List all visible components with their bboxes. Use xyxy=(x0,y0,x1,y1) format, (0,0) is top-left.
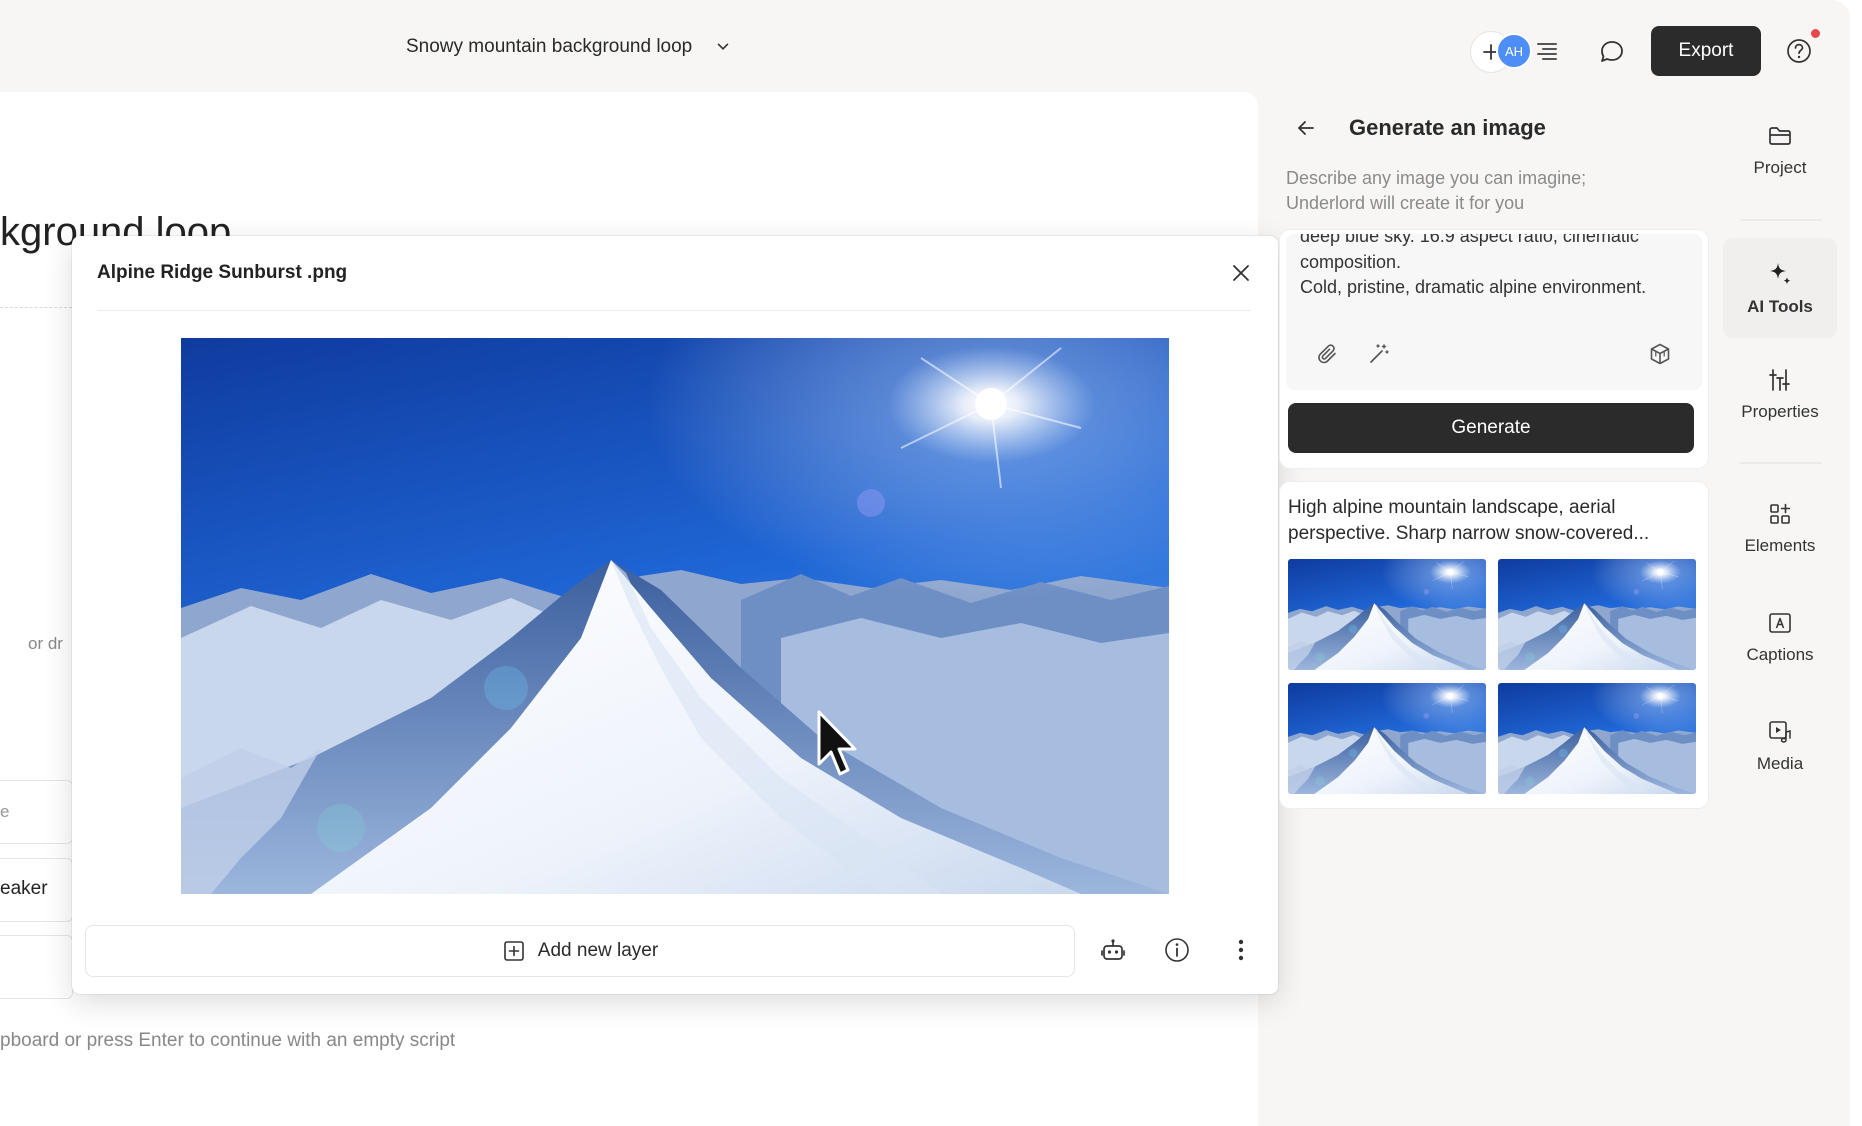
result-thumbnail-1[interactable] xyxy=(1288,559,1486,670)
sidebar-item-captions[interactable]: Captions xyxy=(1723,609,1837,671)
ai-robot-button[interactable] xyxy=(1093,930,1133,970)
modal-title: Alpine Ridge Sunburst .png xyxy=(97,262,348,283)
image-preview xyxy=(181,338,1169,894)
collaborators: AH xyxy=(1470,31,1566,73)
media-icon xyxy=(1769,721,1791,743)
info-button[interactable] xyxy=(1157,930,1197,970)
divider xyxy=(97,310,1251,311)
sidebar-item-label: Properties xyxy=(1741,402,1819,421)
project-title: Snowy mountain background loop xyxy=(406,36,693,57)
info-icon xyxy=(1165,938,1189,962)
add-new-layer-label: Add new layer xyxy=(537,940,659,961)
comment-icon xyxy=(1601,41,1623,62)
result-thumbnail-3[interactable] xyxy=(1288,683,1486,794)
drop-hint-text: or dr xyxy=(28,634,63,653)
model-select-button[interactable] xyxy=(1644,338,1676,370)
window-margin xyxy=(1850,0,1862,1126)
prompt-input[interactable]: deep blue sky. 16:9 aspect ratio, cinema… xyxy=(1286,234,1702,390)
sidebar-item-label: Captions xyxy=(1746,645,1814,664)
add-box-icon xyxy=(503,941,524,961)
app-window: Snowy mountain background loop AH Export… xyxy=(0,0,1850,1126)
activity-icon[interactable] xyxy=(1532,35,1562,67)
empty-script-hint: pboard or press Enter to continue with a… xyxy=(0,1030,456,1051)
comments-button[interactable] xyxy=(1594,34,1630,70)
folder-icon xyxy=(1769,127,1791,145)
captions-icon xyxy=(1769,613,1791,633)
magic-wand-icon xyxy=(1370,344,1389,363)
sliders-icon xyxy=(1769,369,1790,391)
generate-button[interactable]: Generate xyxy=(1288,403,1694,453)
add-new-layer-button[interactable]: Add new layer xyxy=(85,925,1075,977)
sidebar-item-label: Project xyxy=(1753,158,1807,177)
mouse-cursor xyxy=(817,710,857,776)
sidebar-item-media[interactable]: Media xyxy=(1723,718,1837,780)
cube-icon xyxy=(1650,343,1670,365)
panel-title: Generate an image xyxy=(1349,115,1546,140)
sidebar-item-properties[interactable]: Properties xyxy=(1723,366,1837,428)
result-prompt-text[interactable]: High alpine mountain landscape, aerial p… xyxy=(1288,495,1698,546)
export-button[interactable]: Export xyxy=(1651,26,1761,76)
panel-description: Describe any image you can imagine; Unde… xyxy=(1286,168,1587,213)
project-title-dropdown[interactable]: Snowy mountain background loop xyxy=(406,36,732,58)
chevron-down-icon xyxy=(717,43,729,50)
image-preview-modal: Alpine Ridge Sunburst .png Add new layer xyxy=(72,236,1278,994)
close-icon xyxy=(1233,265,1249,281)
prompt-text: deep blue sky. 16:9 aspect ratio, cinema… xyxy=(1300,234,1647,297)
avatar[interactable]: AH xyxy=(1496,33,1532,69)
divider xyxy=(0,307,72,308)
sidebar-item-label: Elements xyxy=(1744,536,1816,555)
attach-button[interactable] xyxy=(1312,338,1344,370)
speaker-label: eaker xyxy=(0,878,48,899)
divider xyxy=(1740,462,1822,464)
editor-field-3[interactable] xyxy=(0,935,73,999)
back-button[interactable] xyxy=(1290,112,1322,144)
result-thumbnail-4[interactable] xyxy=(1498,683,1696,794)
more-vertical-icon xyxy=(1238,939,1244,961)
help-icon xyxy=(1787,39,1811,63)
editor-field[interactable] xyxy=(0,780,73,844)
notification-dot xyxy=(1811,29,1820,38)
divider xyxy=(1740,219,1822,221)
paperclip-icon xyxy=(1318,344,1336,364)
help-button[interactable] xyxy=(1782,34,1816,68)
shapes-icon xyxy=(1770,503,1791,524)
close-button[interactable] xyxy=(1224,256,1258,290)
editor-field-text: e xyxy=(0,802,10,821)
sidebar-item-label: Media xyxy=(1756,754,1804,773)
sidebar-item-label: AI Tools xyxy=(1747,297,1813,316)
top-bar: Snowy mountain background loop AH Export xyxy=(0,0,1850,92)
sidebar-item-project[interactable]: Project xyxy=(1723,122,1837,184)
sidebar-item-ai-tools[interactable]: AI Tools xyxy=(1723,238,1837,338)
more-options-button[interactable] xyxy=(1221,930,1261,970)
sparkle-icon xyxy=(1770,263,1791,285)
arrow-left-icon xyxy=(1298,121,1314,135)
robot-icon xyxy=(1101,939,1125,960)
sidebar-item-elements[interactable]: Elements xyxy=(1723,500,1837,562)
enhance-prompt-button[interactable] xyxy=(1363,338,1395,370)
result-thumbnail-2[interactable] xyxy=(1498,559,1696,670)
